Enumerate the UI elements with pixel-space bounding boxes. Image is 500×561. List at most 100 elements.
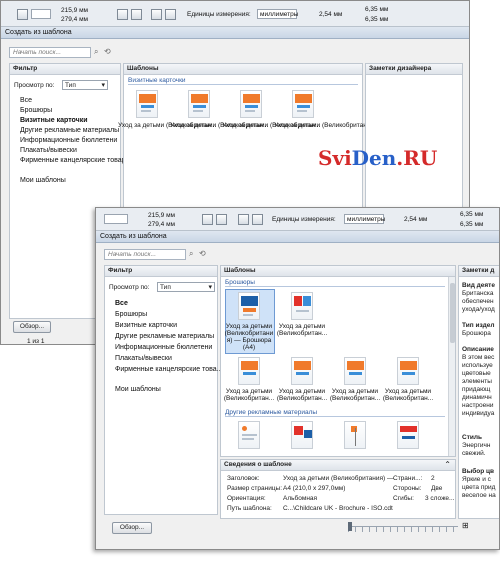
scrollbar-thumb[interactable]	[450, 283, 455, 343]
filter-brochures[interactable]: Брошюры	[115, 311, 147, 318]
designer-notes-header: Заметки дизайнера	[366, 64, 462, 75]
filter-header: Фильтр	[105, 266, 217, 277]
filter-posters[interactable]: Плакаты/вывески	[20, 147, 77, 154]
front-toolbar: 215,9 мм 279,4 мм Единицы измерения: мил…	[96, 208, 499, 231]
filter-my-templates[interactable]: Мои шаблоны	[115, 386, 161, 393]
units-select[interactable]: миллиметры	[344, 214, 385, 224]
collapse-icon[interactable]: ⌃	[444, 460, 451, 469]
template-thumb[interactable]	[344, 357, 366, 385]
current-page-icon[interactable]	[252, 214, 263, 225]
page-width-value[interactable]: 215,9 мм	[61, 7, 88, 14]
filter-stationery[interactable]: Фирменные канцелярские товары	[20, 157, 131, 164]
landscape-icon[interactable]	[131, 9, 142, 20]
templates-scrollbar[interactable]	[448, 277, 455, 456]
search-icon[interactable]: ⌕	[189, 249, 193, 259]
sviden-logo: SviDen.RU	[318, 146, 438, 170]
front-browse-button[interactable]: Обзор...	[112, 522, 152, 534]
page-height-value[interactable]: 279,4 мм	[61, 16, 88, 23]
info-pages-value: 2	[431, 475, 435, 482]
template-thumb[interactable]	[344, 421, 366, 449]
template-thumb[interactable]	[188, 90, 210, 118]
designer-notes-header: Заметки д	[459, 266, 499, 277]
page-size-select[interactable]	[31, 9, 51, 19]
all-pages-icon[interactable]	[238, 214, 249, 225]
template-thumb[interactable]	[397, 357, 419, 385]
info-sides-label: Стороны:	[393, 485, 422, 492]
page-width-value[interactable]: 215,9 мм	[148, 212, 175, 219]
page-size-select[interactable]	[104, 214, 128, 224]
all-pages-icon[interactable]	[151, 9, 162, 20]
note-line: цветовые	[462, 370, 491, 377]
units-select[interactable]: миллиметры	[257, 9, 298, 19]
zoom-slider-handle[interactable]	[348, 522, 352, 531]
zoom-slider[interactable]	[348, 526, 458, 532]
duplicate-y-value[interactable]: 6,35 мм	[365, 16, 388, 23]
filter-business-cards[interactable]: Визитные карточки	[115, 322, 177, 329]
view-by-select[interactable]: Тип	[157, 282, 215, 292]
template-thumb[interactable]	[238, 357, 260, 385]
back-browse-button[interactable]: Обзор...	[13, 321, 51, 333]
template-caption-line: (Великобритан...	[276, 330, 328, 337]
note-line: Энергичн	[462, 442, 491, 449]
portrait-icon[interactable]	[117, 9, 128, 20]
note-line: Брошюра	[462, 330, 491, 337]
template-caption: Уход за детьми (Великобритан...	[170, 122, 269, 129]
filter-all[interactable]: Все	[115, 300, 128, 307]
template-thumb[interactable]	[397, 421, 419, 449]
note-line: индивидуа	[462, 410, 495, 417]
template-thumb[interactable]	[291, 292, 313, 320]
nudge-value[interactable]: 2,54 мм	[319, 11, 342, 18]
duplicate-x-value[interactable]: 6,35 мм	[460, 211, 483, 218]
info-path-label: Путь шаблона:	[227, 505, 272, 512]
filter-business-cards[interactable]: Визитные карточки	[20, 117, 88, 124]
note-line: В этом вес	[462, 354, 495, 361]
filter-posters[interactable]: Плакаты/вывески	[115, 355, 172, 362]
filter-brochures[interactable]: Брошюры	[20, 107, 52, 114]
note-title: Тип издел	[462, 322, 495, 329]
template-caption-line: (Великобритан...	[329, 395, 381, 402]
filter-newsletters[interactable]: Информационные бюллетени	[20, 137, 117, 144]
portrait-icon[interactable]	[202, 214, 213, 225]
info-orientation-value: Альбомная	[283, 495, 318, 502]
front-search-input[interactable]: Начать поиск...	[104, 249, 186, 260]
filter-stationery[interactable]: Фирменные канцелярские това...	[115, 366, 222, 373]
view-by-select[interactable]: Тип	[62, 80, 108, 90]
landscape-icon[interactable]	[216, 214, 227, 225]
nudge-value[interactable]: 2,54 мм	[404, 216, 427, 223]
template-caption: Уход за детьми (Великобритан...	[118, 122, 217, 129]
search-icon[interactable]: ⌕	[94, 47, 98, 57]
template-thumb[interactable]	[238, 421, 260, 449]
filter-my-templates[interactable]: Мои шаблоны	[20, 177, 66, 184]
filter-newsletters[interactable]: Информационные бюллетени	[115, 344, 212, 351]
back-toolbar: 215,9 мм 279,4 мм Единицы измерения: мил…	[1, 1, 469, 27]
duplicate-y-value[interactable]: 6,35 мм	[460, 221, 483, 228]
template-caption: Уход за детьми (Великобритан...	[274, 122, 373, 129]
duplicate-x-value[interactable]: 6,35 мм	[365, 6, 388, 13]
note-title: Описание	[462, 346, 494, 353]
view-by-label: Просмотр по:	[14, 82, 55, 89]
page-height-value[interactable]: 279,4 мм	[148, 221, 175, 228]
template-thumb[interactable]	[240, 90, 262, 118]
templates-header: Шаблоны	[124, 64, 362, 75]
pointer-tool-icon[interactable]	[17, 9, 28, 20]
current-page-icon[interactable]	[165, 9, 176, 20]
note-line: настроени	[462, 402, 494, 409]
view-by-label: Просмотр по:	[109, 284, 150, 291]
note-line: цвета прид	[462, 484, 496, 491]
template-caption-line: (Великобритан...	[276, 395, 328, 402]
filter-other-promo[interactable]: Другие рекламные материалы	[115, 333, 214, 340]
filter-other-promo[interactable]: Другие рекламные материалы	[20, 127, 119, 134]
front-dialog-title: Создать из шаблона	[96, 231, 499, 243]
template-thumb[interactable]	[291, 421, 313, 449]
clear-icon[interactable]: ⟲	[199, 249, 206, 258]
clear-icon[interactable]: ⟲	[104, 47, 111, 56]
template-thumb[interactable]	[291, 357, 313, 385]
back-search-input[interactable]: Начать поиск...	[9, 47, 91, 58]
template-caption-line: (Великобритан...	[223, 395, 275, 402]
section-brochures: Брошюры	[225, 279, 445, 287]
template-thumb[interactable]	[238, 292, 260, 320]
template-thumb[interactable]	[292, 90, 314, 118]
zoom-in-icon[interactable]: ⊞	[462, 521, 469, 530]
filter-all[interactable]: Все	[20, 97, 32, 104]
template-thumb[interactable]	[136, 90, 158, 118]
